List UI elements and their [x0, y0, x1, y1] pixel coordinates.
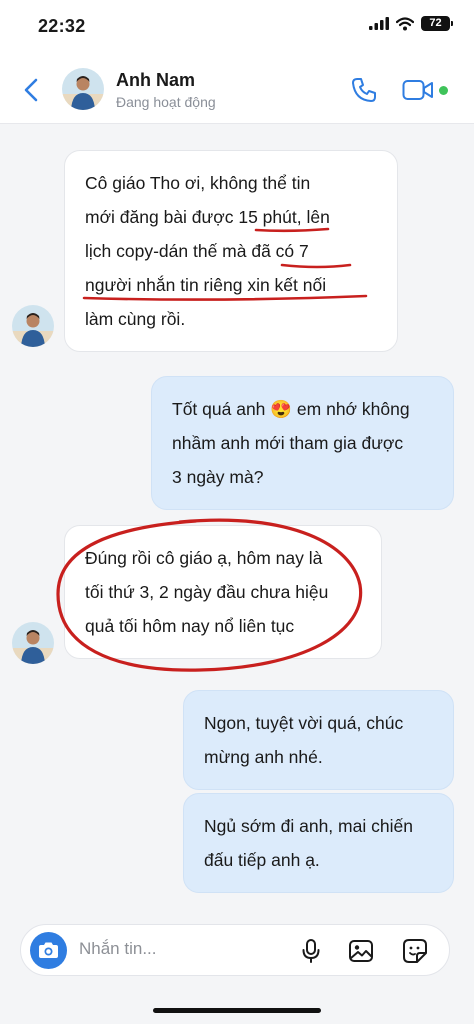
online-status-dot: [439, 86, 448, 95]
message-line: Tốt quá anh 😍 em nhớ không: [172, 399, 410, 419]
message-line: lịch copy-dán thế mà đã có 7: [85, 241, 309, 261]
image-icon[interactable]: [347, 937, 375, 965]
message-line: mừng anh nhé.: [204, 747, 323, 767]
home-indicator: [153, 1008, 321, 1013]
message-line: Ngủ sớm đi anh, mai chiến: [204, 816, 413, 836]
message-input[interactable]: [79, 939, 229, 959]
message-line: quả tối hôm nay nổ liên tục: [85, 616, 295, 636]
message-composer: [20, 924, 450, 976]
video-camera-icon[interactable]: [402, 78, 434, 102]
message-line: làm cùng rồi.: [85, 309, 186, 329]
message-line: người nhắn tin riêng xin kết nối: [85, 275, 327, 295]
contact-avatar[interactable]: [12, 305, 54, 347]
sticker-icon[interactable]: [401, 937, 429, 965]
outgoing-message: Tốt quá anh 😍 em nhớ không nhầm anh mới …: [151, 376, 454, 510]
camera-button[interactable]: [30, 932, 67, 969]
chat-header: Anh Nam Đang hoạt động: [0, 56, 474, 124]
microphone-icon[interactable]: [297, 937, 325, 965]
wifi-icon: [396, 16, 414, 30]
status-time: 22:32: [38, 16, 86, 36]
message-line: tối thứ 3, 2 ngày đầu chưa hiệu: [85, 582, 329, 602]
phone-icon[interactable]: [350, 76, 378, 104]
contact-avatar[interactable]: [62, 68, 104, 110]
message-line: Đúng rồi cô giáo ạ, hôm nay là: [85, 548, 323, 568]
cellular-signal-icon: [369, 17, 389, 30]
outgoing-message: Ngủ sớm đi anh, mai chiến đấu tiếp anh ạ…: [183, 793, 454, 893]
outgoing-message: Ngon, tuyệt vời quá, chúc mừng anh nhé.: [183, 690, 454, 790]
contact-status: Đang hoạt động: [116, 94, 216, 110]
camera-icon: [39, 942, 58, 958]
contact-name: Anh Nam: [116, 70, 196, 90]
status-icons: 72: [369, 16, 453, 31]
incoming-message: Đúng rồi cô giáo ạ, hôm nay là tối thứ 3…: [64, 525, 382, 659]
message-line: Ngon, tuyệt vời quá, chúc: [204, 713, 404, 733]
message-line: mới đăng bài được 15 phút, lên: [85, 207, 330, 227]
contact-avatar[interactable]: [12, 622, 54, 664]
chevron-left-icon[interactable]: [18, 74, 46, 106]
message-line: đấu tiếp anh ạ.: [204, 850, 320, 870]
message-line: 3 ngày mà?: [172, 467, 264, 487]
status-bar: 22:32 72: [0, 0, 474, 56]
battery-indicator: 72: [421, 16, 453, 31]
incoming-message: Cô giáo Tho ơi, không thể tin mới đăng b…: [64, 150, 398, 352]
message-line: nhầm anh mới tham gia được: [172, 433, 404, 453]
message-line: Cô giáo Tho ơi, không thể tin: [85, 173, 311, 193]
